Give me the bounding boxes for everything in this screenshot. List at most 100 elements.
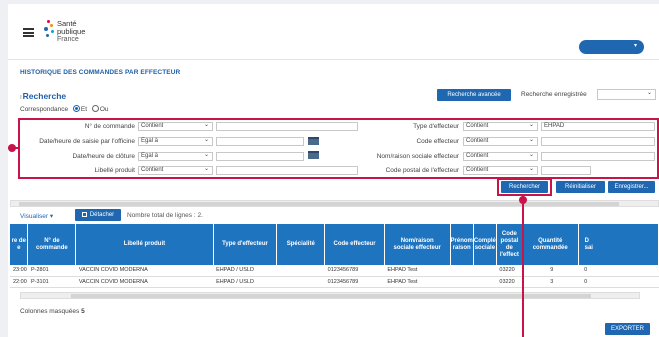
filters-scrollbar[interactable] xyxy=(10,200,659,207)
op-nom-raison-text: Contient xyxy=(466,153,489,159)
save-search-button[interactable]: Enregistrer... xyxy=(608,181,655,193)
op-nom-raison[interactable]: Contient ⌄ xyxy=(463,152,538,161)
calendar-icon[interactable] xyxy=(308,151,319,159)
op-libelle[interactable]: Contient ⌄ xyxy=(138,166,213,175)
cell: EHPAD / USLD xyxy=(213,276,277,288)
reset-button[interactable]: Réinitialiser xyxy=(556,181,605,193)
col-header[interactable]: Type d'effecteur xyxy=(213,224,278,265)
radio-et-label: Et xyxy=(80,106,88,113)
col-header[interactable]: Complé sociale xyxy=(473,224,497,265)
cell xyxy=(473,276,497,288)
table-row[interactable]: 23:00 P-2801 VACCIN COVID MODERNA EHPAD … xyxy=(10,265,659,277)
col-header[interactable]: Nom/raison sociale effecteur xyxy=(384,224,451,265)
op-date-cloture-text: Egal à xyxy=(141,153,159,159)
input-code-postal[interactable] xyxy=(541,166,591,175)
op-code-effecteur-text: Contient xyxy=(466,138,489,144)
menu-icon[interactable] xyxy=(23,28,34,37)
cell: 3 xyxy=(522,276,579,288)
logo-line2: publique xyxy=(57,27,86,36)
logo-line3: France xyxy=(57,36,79,43)
table-scrollbar[interactable] xyxy=(20,292,640,299)
input-date-saisie[interactable] xyxy=(216,137,304,146)
chevron-down-icon: ⌄ xyxy=(528,122,534,128)
col-header[interactable]: Spécialité xyxy=(276,224,326,265)
label-type-effecteur: Type d'effecteur xyxy=(413,123,459,130)
scrollbar-thumb[interactable] xyxy=(71,294,591,298)
calendar-icon[interactable] xyxy=(308,137,319,145)
input-date-cloture[interactable] xyxy=(216,152,304,161)
op-date-cloture[interactable]: Egal à ⌄ xyxy=(138,152,213,161)
col-header[interactable]: Code postal de l'effect xyxy=(496,224,523,265)
input-code-effecteur[interactable] xyxy=(541,137,655,146)
annotation-line-vertical xyxy=(522,196,524,337)
op-num-commande[interactable]: Contient ⌄ xyxy=(138,122,213,131)
cell: 03220 xyxy=(496,265,523,277)
cell xyxy=(450,276,474,288)
cell: VACCIN COVID MODERNA xyxy=(75,276,214,288)
view-menu[interactable]: Visualiser ▾ xyxy=(20,212,53,220)
label-date-saisie: Date/heure de saisie par l'officine xyxy=(39,138,135,145)
chevron-down-icon: ⌄ xyxy=(528,137,534,143)
collapse-icon[interactable]: ⁞ xyxy=(20,95,22,101)
table-header-row: re de e N° de commande Libellé produit T… xyxy=(10,224,659,265)
op-date-saisie[interactable]: Egal à ⌄ xyxy=(138,137,213,146)
col-header[interactable]: Code effecteur xyxy=(324,224,385,265)
cell xyxy=(276,276,325,288)
op-type-effecteur[interactable]: Contient ⌄ xyxy=(463,122,538,131)
cell: 0123456789 xyxy=(324,276,385,288)
hidden-columns: Colonnes masquées 5 xyxy=(20,308,85,315)
radio-et[interactable] xyxy=(72,105,80,112)
label-code-postal: Code postal de l'effecteur xyxy=(385,167,459,174)
annotation-dot-search xyxy=(519,196,527,204)
cell: 03220 xyxy=(496,276,523,288)
radio-ou[interactable] xyxy=(91,105,99,112)
op-code-postal-text: Contient xyxy=(466,167,489,173)
input-num-commande[interactable] xyxy=(216,122,358,131)
radio-ou-label: Ou xyxy=(99,106,109,113)
chevron-down-icon: ⌄ xyxy=(646,90,652,96)
saved-search-select[interactable]: ⌄ xyxy=(597,89,656,100)
search-button[interactable]: Rechercher xyxy=(501,181,548,193)
cell: 23:00 xyxy=(10,265,28,277)
cell: 9 xyxy=(522,265,579,277)
detach-icon xyxy=(81,212,87,217)
label-num-commande: N° de commande xyxy=(84,123,135,130)
col-header[interactable]: re de e xyxy=(10,224,29,265)
advanced-search-button[interactable]: Recherche avancée xyxy=(437,89,511,101)
cell: EHPAD Test xyxy=(384,265,451,277)
section-title-text: Recherche xyxy=(22,91,67,101)
input-libelle[interactable] xyxy=(216,166,358,175)
op-code-effecteur[interactable]: Contient ⌄ xyxy=(463,137,538,146)
op-type-effecteur-text: Contient xyxy=(466,123,489,129)
app-header: Santé publique France ▾ xyxy=(8,4,659,60)
table-row[interactable]: 22:00 P-3101 VACCIN COVID MODERNA EHPAD … xyxy=(10,276,659,288)
correspondance-label: Correspondance xyxy=(20,106,69,113)
input-nom-raison[interactable] xyxy=(541,152,655,161)
scrollbar-thumb[interactable] xyxy=(19,202,619,206)
label-date-cloture: Date/heure de clôture xyxy=(72,153,135,160)
detach-label: Détacher xyxy=(89,212,115,218)
col-header[interactable]: D sai xyxy=(578,224,659,265)
cell: 0 xyxy=(578,265,659,277)
cell: 22:00 xyxy=(10,276,28,288)
chevron-down-icon: ▾ xyxy=(49,213,54,220)
chevron-down-icon: ⌄ xyxy=(528,166,534,172)
user-menu-button[interactable]: ▾ xyxy=(579,40,644,54)
correspondance-row: Correspondance Et Ou xyxy=(20,105,109,113)
col-header[interactable]: Prénom raison xyxy=(450,224,474,265)
export-button[interactable]: EXPORTER xyxy=(605,323,650,335)
input-type-effecteur[interactable]: EHPAD xyxy=(541,122,655,131)
chevron-down-icon: ⌄ xyxy=(203,166,209,172)
col-header[interactable]: Quantité commandée xyxy=(522,224,579,265)
op-num-commande-text: Contient xyxy=(141,123,164,129)
view-menu-label: Visualiser xyxy=(20,213,49,220)
detach-button[interactable]: Détacher xyxy=(75,209,121,221)
cell xyxy=(473,265,497,277)
col-header[interactable]: Libellé produit xyxy=(75,224,214,265)
op-libelle-text: Contient xyxy=(141,167,164,173)
col-header[interactable]: N° de commande xyxy=(27,224,77,265)
op-code-postal[interactable]: Contient ⌄ xyxy=(463,166,538,175)
cell xyxy=(450,265,474,277)
hidden-columns-label: Colonnes masquées xyxy=(20,308,80,315)
hidden-columns-count: 5 xyxy=(81,308,85,315)
